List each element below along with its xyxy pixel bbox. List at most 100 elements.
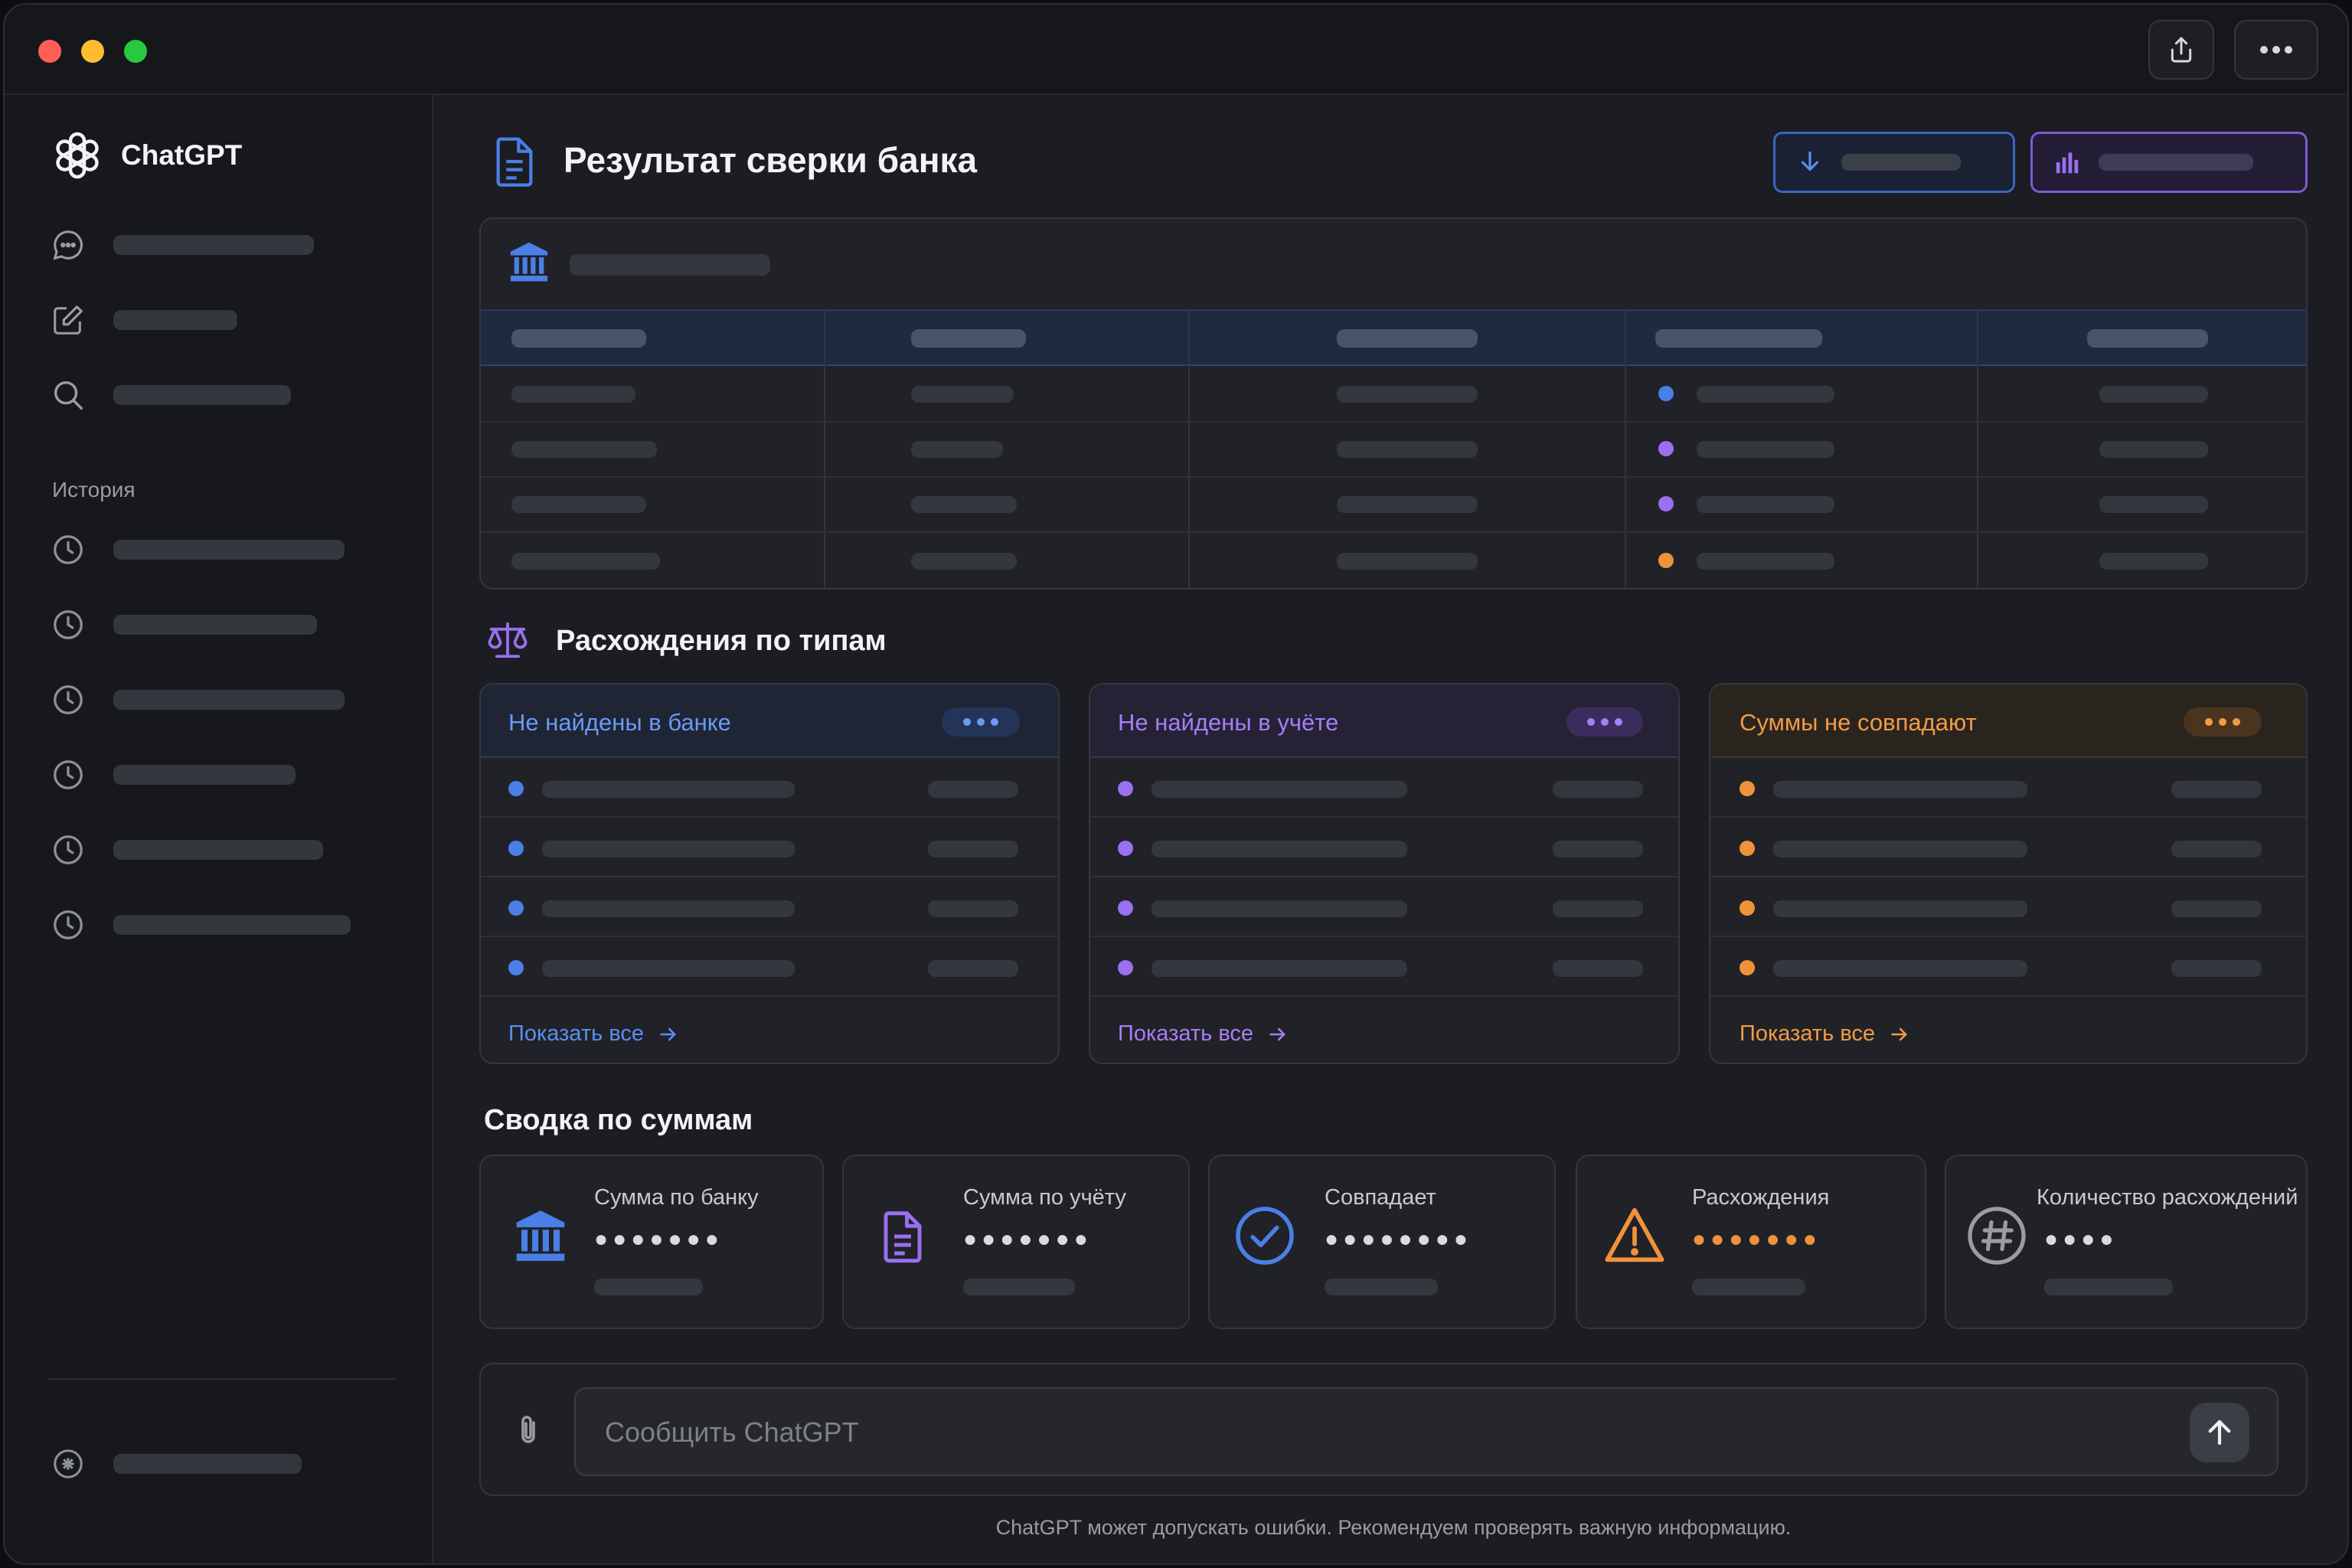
chat-bubble-icon <box>53 230 83 260</box>
status-dot <box>1658 553 1674 568</box>
card-menu-button[interactable] <box>2184 707 2262 737</box>
title-bar <box>5 5 2347 95</box>
status-dot <box>1658 441 1674 456</box>
table-row[interactable] <box>481 421 2306 476</box>
list-item[interactable] <box>1090 758 1678 818</box>
disclaimer: ChatGPT может допускать ошибки. Рекоменд… <box>995 1516 1792 1539</box>
history-heading: История <box>52 478 136 501</box>
sidebar-item-account[interactable] <box>51 1441 302 1487</box>
download-button[interactable] <box>1773 132 2015 193</box>
list-item[interactable] <box>481 877 1058 937</box>
list-item[interactable] <box>1710 758 2306 818</box>
summary-card-bank: Сумма по банку ●●●●●●● <box>479 1155 824 1329</box>
show-all-link[interactable]: Показать все <box>1118 1021 1289 1047</box>
list-item[interactable] <box>481 758 1058 818</box>
history-item[interactable] <box>51 677 345 723</box>
list-item[interactable] <box>481 937 1058 997</box>
message-placeholder: Сообщить ChatGPT <box>605 1416 859 1448</box>
card-title: Суммы не совпадают <box>1740 709 1977 736</box>
close-window-button[interactable] <box>38 40 61 63</box>
status-dot <box>1658 386 1674 401</box>
message-input[interactable]: Сообщить ChatGPT <box>574 1387 2278 1476</box>
summary-label: Количество расхождений <box>2037 1185 2298 1210</box>
bank-icon <box>510 242 548 282</box>
openai-logo-icon <box>56 132 99 179</box>
discrepancy-card-bank: Не найдены в банке Показать все <box>479 683 1060 1064</box>
edit-icon <box>54 305 83 335</box>
list-item[interactable] <box>1710 877 2306 937</box>
summary-card-ledger: Сумма по учёту ●●●●●●● <box>842 1155 1190 1329</box>
bank-icon <box>516 1210 565 1261</box>
arrow-right-icon <box>1269 1027 1286 1040</box>
app-window: ChatGPT История Результат сверки банка Р… <box>3 3 2349 1565</box>
clock-icon <box>54 610 83 639</box>
clock-icon <box>54 835 83 864</box>
minimize-window-button[interactable] <box>81 40 104 63</box>
list-item[interactable] <box>481 818 1058 877</box>
maximize-window-button[interactable] <box>124 40 147 63</box>
main-content: Результат сверки банка Расхождения по ти… <box>435 95 2347 1563</box>
discrepancy-card-ledger: Не найдены в учёте Показать все <box>1089 683 1680 1064</box>
sidebar-item-chats[interactable] <box>51 222 314 268</box>
table-row[interactable] <box>481 476 2306 531</box>
arrow-right-icon <box>1891 1027 1908 1040</box>
card-menu-button[interactable] <box>942 707 1020 737</box>
send-button[interactable] <box>2190 1403 2249 1462</box>
report-button[interactable] <box>2030 132 2308 193</box>
list-item[interactable] <box>1090 877 1678 937</box>
sidebar-item-new-chat[interactable] <box>51 297 237 343</box>
summary-value-masked: ●●●●●●● <box>1692 1227 1821 1252</box>
discrepancies-title: Расхождения по типам <box>556 625 887 657</box>
document-icon <box>884 1211 922 1263</box>
status-dot <box>1658 496 1674 511</box>
composer: Сообщить ChatGPT <box>479 1363 2308 1496</box>
history-item[interactable] <box>51 827 323 873</box>
sidebar-divider <box>47 1378 397 1380</box>
paperclip-icon[interactable] <box>510 1410 547 1452</box>
more-options-button[interactable] <box>2234 20 2318 80</box>
summary-value-masked: ●●●●●●●● <box>1325 1227 1472 1252</box>
list-item[interactable] <box>1090 818 1678 877</box>
show-all-link[interactable]: Показать все <box>1740 1021 1910 1047</box>
page-title: Результат сверки банка <box>564 140 978 180</box>
card-menu-button[interactable] <box>1566 707 1643 737</box>
share-button[interactable] <box>2148 20 2214 80</box>
summary-card-discrepancies: Расхождения ●●●●●●● <box>1576 1155 1926 1329</box>
show-all-link[interactable]: Показать все <box>508 1021 679 1047</box>
document-icon <box>496 137 533 187</box>
list-item[interactable] <box>1710 818 2306 877</box>
more-icon <box>2260 46 2292 54</box>
clock-icon <box>54 685 83 714</box>
sidebar: ChatGPT История <box>5 95 433 1563</box>
bank-table-card <box>479 217 2308 590</box>
history-item[interactable] <box>51 527 345 573</box>
clock-icon <box>54 535 83 564</box>
list-item[interactable] <box>1710 937 2306 997</box>
history-item[interactable] <box>51 602 317 648</box>
settings-badge-icon <box>54 1449 83 1478</box>
history-item[interactable] <box>51 902 351 948</box>
card-title: Не найдены в учёте <box>1118 709 1339 736</box>
brand-name: ChatGPT <box>121 139 243 171</box>
arrow-up-icon <box>2208 1419 2231 1446</box>
summary-label: Сумма по учёту <box>963 1185 1126 1210</box>
brand[interactable]: ChatGPT <box>51 129 242 182</box>
warning-icon <box>1605 1207 1664 1263</box>
history-item[interactable] <box>51 752 296 798</box>
table-row[interactable] <box>481 531 2306 588</box>
search-icon <box>54 381 83 410</box>
share-icon <box>2171 37 2192 63</box>
sidebar-item-search[interactable] <box>51 372 291 418</box>
list-item[interactable] <box>1090 937 1678 997</box>
arrow-right-icon <box>660 1027 677 1040</box>
summary-label: Сумма по банку <box>594 1185 759 1210</box>
download-icon <box>1801 151 1819 172</box>
summary-value-masked: ●●●●●●● <box>594 1227 724 1252</box>
table-row[interactable] <box>481 366 2306 421</box>
check-circle-icon <box>1236 1207 1294 1265</box>
bar-chart-icon <box>2056 152 2079 174</box>
summary-value-masked: ●●●● <box>2044 1227 2118 1252</box>
card-title: Не найдены в банке <box>508 709 731 736</box>
summary-card-count: Количество расхождений ●●●● <box>1945 1155 2308 1329</box>
clock-icon <box>54 760 83 789</box>
